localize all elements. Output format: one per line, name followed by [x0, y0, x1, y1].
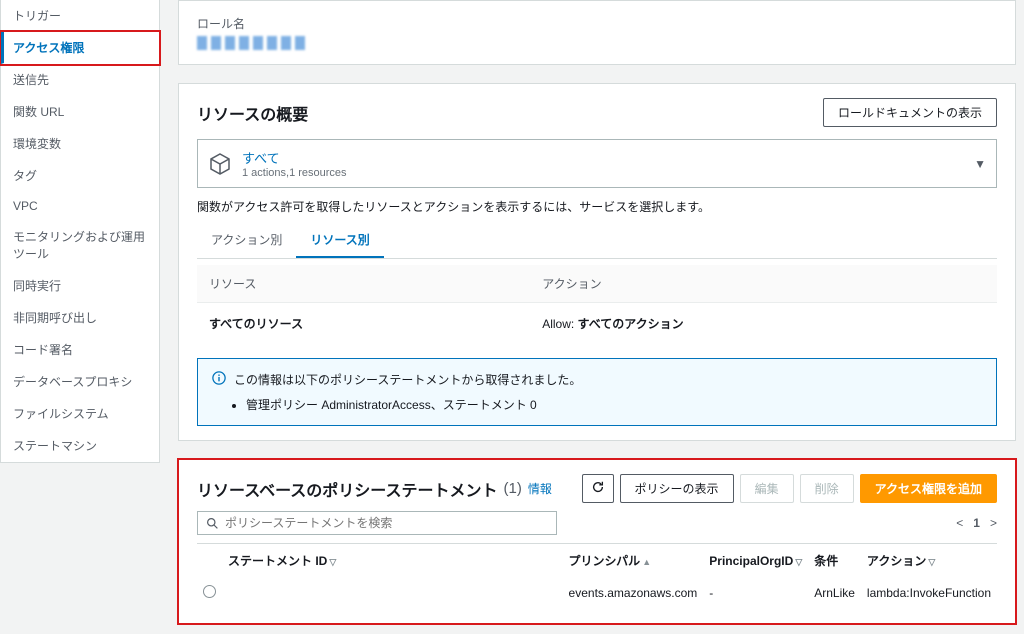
col-action[interactable]: アクション — [867, 554, 926, 568]
policy-search[interactable] — [197, 511, 557, 535]
tab-by-resource[interactable]: リソース別 — [296, 223, 383, 258]
service-selector-sub: 1 actions,1 resources — [242, 167, 347, 179]
resource-row: すべてのリソース Allow: すべてのアクション — [197, 303, 997, 345]
sidebar-item-destinations[interactable]: 送信先 — [1, 64, 159, 96]
info-alert-text: この情報は以下のポリシーステートメントから取得されました。 — [234, 371, 581, 388]
refresh-button[interactable] — [582, 474, 614, 503]
service-selector[interactable]: すべて 1 actions,1 resources ▼ — [197, 139, 997, 188]
sidebar-item-codesign[interactable]: コード署名 — [1, 334, 159, 366]
col-principal[interactable]: プリンシパル — [569, 554, 641, 568]
info-icon — [212, 371, 226, 385]
principal-org-id-value: - — [703, 577, 808, 609]
sidebar-item-async[interactable]: 非同期呼び出し — [1, 302, 159, 334]
role-name-value — [197, 36, 307, 50]
sidebar-item-function-url[interactable]: 関数 URL — [1, 96, 159, 128]
sidebar: トリガー アクセス権限 送信先 関数 URL 環境変数 タグ VPC モニタリン… — [0, 0, 160, 463]
chevron-down-icon: ▼ — [974, 157, 986, 171]
sidebar-item-trigger[interactable]: トリガー — [1, 0, 159, 32]
condition-value: ArnLike — [808, 577, 861, 609]
resource-row-action-prefix: Allow: — [542, 317, 577, 331]
main-content: ロール名 リソースの概要 ロールドキュメントの表示 すべて 1 actions,… — [160, 0, 1024, 634]
service-selector-title: すべて — [242, 148, 347, 167]
resource-table: リソース アクション すべてのリソース Allow: すべてのアクション — [197, 265, 997, 344]
sidebar-item-filesystem[interactable]: ファイルシステム — [1, 398, 159, 430]
sort-icon: ▽ — [928, 557, 935, 567]
policy-search-input[interactable] — [225, 516, 548, 530]
col-action: アクション — [530, 265, 997, 303]
role-panel: ロール名 — [178, 0, 1016, 65]
policy-row[interactable]: events.amazonaws.com - ArnLike lambda:In… — [197, 577, 997, 609]
policy-info-link[interactable]: 情報 — [528, 480, 552, 497]
principal-value: events.amazonaws.com — [563, 577, 704, 609]
policy-table: ステートメント ID▽ プリンシパル▲ PrincipalOrgID▽ 条件 ア… — [197, 543, 997, 609]
role-document-button[interactable]: ロールドキュメントの表示 — [823, 98, 997, 127]
add-permission-button[interactable]: アクセス権限を追加 — [860, 474, 997, 503]
sidebar-item-monitoring[interactable]: モニタリングおよび運用ツール — [1, 221, 159, 270]
sidebar-item-vpc[interactable]: VPC — [1, 192, 159, 221]
col-principal-org-id[interactable]: PrincipalOrgID — [709, 554, 793, 568]
policy-count: (1) — [503, 480, 521, 497]
row-radio[interactable] — [203, 585, 216, 598]
resource-row-action-value: すべてのアクション — [578, 317, 684, 331]
sidebar-item-env-vars[interactable]: 環境変数 — [1, 128, 159, 160]
delete-button[interactable]: 削除 — [800, 474, 854, 503]
col-statement-id[interactable]: ステートメント ID — [228, 554, 327, 568]
sort-asc-icon: ▲ — [642, 557, 651, 567]
policy-title: リソースベースのポリシーステートメント — [197, 477, 497, 501]
pagination: < 1 > — [956, 516, 997, 530]
resource-summary-title: リソースの概要 — [197, 101, 308, 125]
resource-summary-panel: リソースの概要 ロールドキュメントの表示 すべて 1 actions,1 res… — [178, 83, 1016, 441]
cube-icon — [208, 152, 232, 176]
sort-icon: ▽ — [329, 557, 336, 567]
sidebar-item-dbproxy[interactable]: データベースプロキシ — [1, 366, 159, 398]
action-value: lambda:InvokeFunction — [861, 577, 997, 609]
pager-prev[interactable]: < — [956, 516, 963, 530]
info-alert-item: 管理ポリシー AdministratorAccess、ステートメント 0 — [246, 396, 982, 413]
info-alert: この情報は以下のポリシーステートメントから取得されました。 管理ポリシー Adm… — [197, 358, 997, 426]
sidebar-item-statemachine[interactable]: ステートマシン — [1, 430, 159, 462]
resource-summary-desc: 関数がアクセス許可を取得したリソースとアクションを表示するには、サービスを選択し… — [197, 198, 997, 215]
view-policy-button[interactable]: ポリシーの表示 — [620, 474, 734, 503]
refresh-icon — [591, 480, 605, 494]
resource-row-resource: すべてのリソース — [209, 317, 303, 331]
search-icon — [206, 517, 219, 530]
pager-page: 1 — [973, 516, 980, 530]
sidebar-item-concurrency[interactable]: 同時実行 — [1, 270, 159, 302]
sidebar-item-permissions[interactable]: アクセス権限 — [1, 32, 159, 64]
sidebar-item-tags[interactable]: タグ — [1, 160, 159, 192]
sort-icon: ▽ — [795, 557, 802, 567]
pager-next[interactable]: > — [990, 516, 997, 530]
summary-tabs: アクション別 リソース別 — [197, 223, 997, 259]
col-condition[interactable]: 条件 — [814, 554, 838, 568]
edit-button[interactable]: 編集 — [740, 474, 794, 503]
policy-statements-panel: リソースベースのポリシーステートメント (1) 情報 ポリシーの表示 編集 削除… — [178, 459, 1016, 624]
role-name-label: ロール名 — [197, 15, 997, 32]
col-resource: リソース — [197, 265, 530, 303]
tab-by-action[interactable]: アクション別 — [197, 223, 296, 258]
